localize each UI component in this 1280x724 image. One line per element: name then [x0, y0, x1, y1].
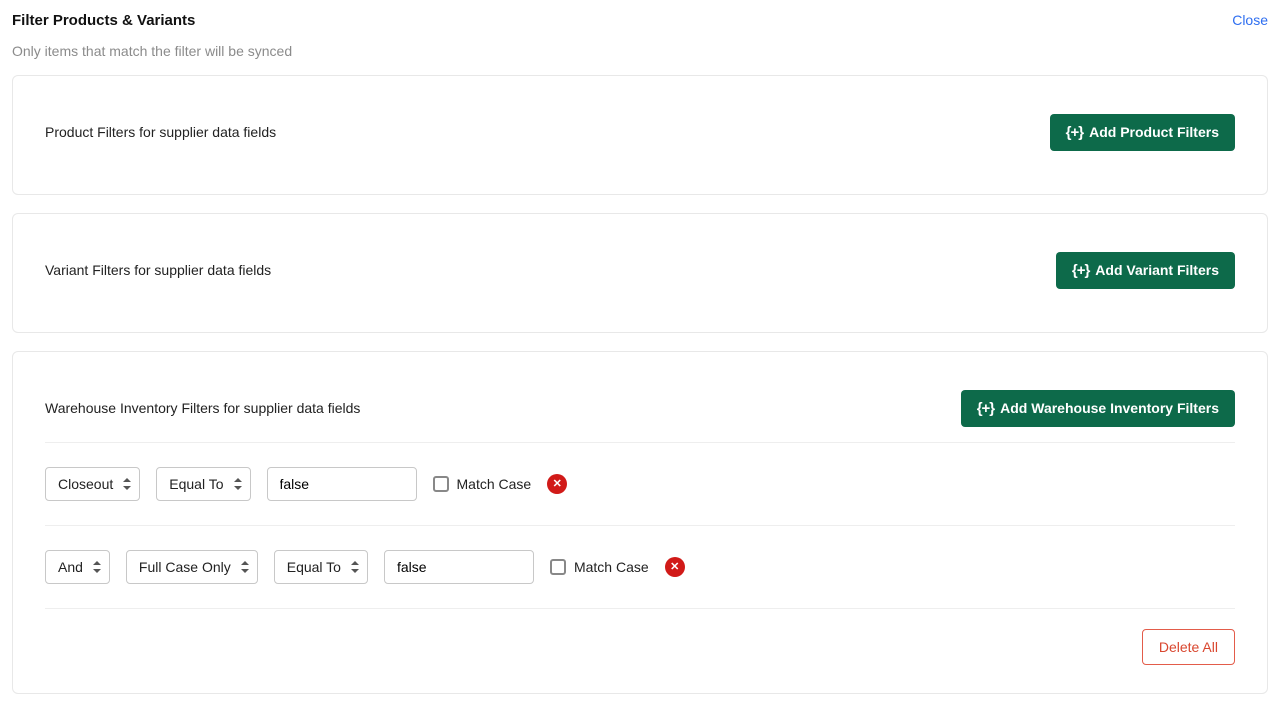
- warehouse-filters-label: Warehouse Inventory Filters for supplier…: [45, 400, 360, 416]
- page-subtitle: Only items that match the filter will be…: [12, 43, 1268, 59]
- match-case-checkbox[interactable]: [550, 559, 566, 575]
- add-product-filters-label: Add Product Filters: [1089, 124, 1219, 140]
- product-filters-label: Product Filters for supplier data fields: [45, 124, 276, 140]
- variant-filters-card: Variant Filters for supplier data fields…: [12, 213, 1268, 333]
- field-select-value: Full Case Only: [139, 559, 231, 575]
- match-case-label: Match Case: [574, 559, 649, 575]
- add-warehouse-filters-button[interactable]: {+} Add Warehouse Inventory Filters: [961, 390, 1235, 427]
- variant-filters-label: Variant Filters for supplier data fields: [45, 262, 271, 278]
- close-icon: ✕: [553, 479, 562, 490]
- close-link[interactable]: Close: [1232, 12, 1268, 28]
- add-icon: {+}: [977, 400, 994, 417]
- logic-select-value: And: [58, 559, 83, 575]
- product-filters-card: Product Filters for supplier data fields…: [12, 75, 1268, 195]
- operator-select-value: Equal To: [287, 559, 341, 575]
- add-warehouse-filters-label: Add Warehouse Inventory Filters: [1000, 400, 1219, 416]
- warehouse-filters-card: Warehouse Inventory Filters for supplier…: [12, 351, 1268, 694]
- close-icon: ✕: [670, 562, 679, 573]
- logic-select[interactable]: And: [45, 550, 110, 584]
- operator-select[interactable]: Equal To: [156, 467, 250, 501]
- filter-row: Closeout Equal To Match Case ✕: [45, 443, 1235, 526]
- remove-filter-button[interactable]: ✕: [665, 557, 685, 577]
- add-variant-filters-button[interactable]: {+} Add Variant Filters: [1056, 252, 1235, 289]
- field-select-value: Closeout: [58, 476, 113, 492]
- sort-icon: [93, 561, 101, 573]
- delete-all-button[interactable]: Delete All: [1142, 629, 1235, 665]
- add-icon: {+}: [1072, 262, 1089, 279]
- match-case-checkbox[interactable]: [433, 476, 449, 492]
- operator-select[interactable]: Equal To: [274, 550, 368, 584]
- match-case-label: Match Case: [457, 476, 532, 492]
- field-select[interactable]: Closeout: [45, 467, 140, 501]
- remove-filter-button[interactable]: ✕: [547, 474, 567, 494]
- sort-icon: [123, 478, 131, 490]
- add-product-filters-button[interactable]: {+} Add Product Filters: [1050, 114, 1235, 151]
- value-input[interactable]: [384, 550, 534, 584]
- sort-icon: [351, 561, 359, 573]
- value-input[interactable]: [267, 467, 417, 501]
- sort-icon: [234, 478, 242, 490]
- page-title: Filter Products & Variants: [12, 12, 195, 29]
- operator-select-value: Equal To: [169, 476, 223, 492]
- field-select[interactable]: Full Case Only: [126, 550, 258, 584]
- sort-icon: [241, 561, 249, 573]
- add-icon: {+}: [1066, 124, 1083, 141]
- filter-row: And Full Case Only Equal To Match Case ✕: [45, 526, 1235, 609]
- add-variant-filters-label: Add Variant Filters: [1095, 262, 1219, 278]
